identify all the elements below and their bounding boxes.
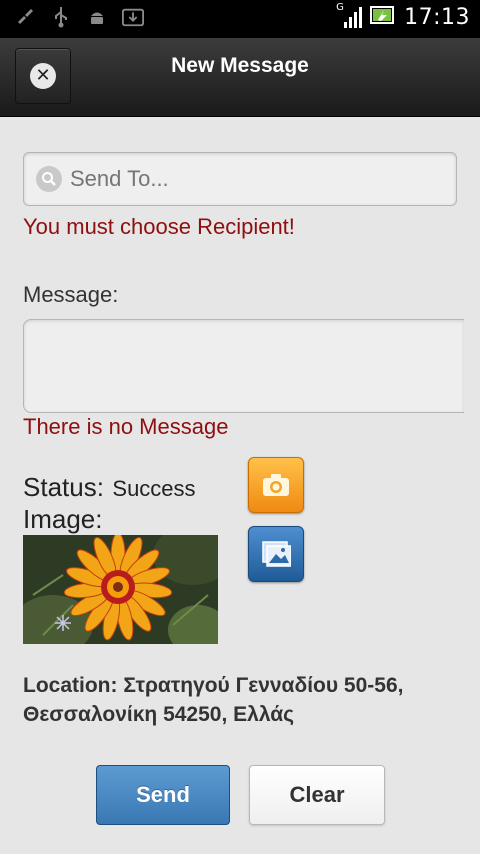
notification-icons bbox=[14, 6, 144, 28]
camera-button[interactable] bbox=[248, 457, 304, 513]
battery-charging-icon bbox=[370, 6, 396, 28]
usb-icon bbox=[50, 6, 72, 28]
image-thumbnail bbox=[23, 535, 218, 644]
image-label: Image: bbox=[23, 504, 103, 534]
message-textarea[interactable] bbox=[23, 319, 464, 413]
recipient-search-field[interactable] bbox=[23, 152, 457, 206]
clear-button[interactable]: Clear bbox=[249, 765, 385, 825]
gallery-button[interactable] bbox=[248, 526, 304, 582]
clock: 17:13 bbox=[404, 4, 470, 30]
camera-icon bbox=[262, 473, 290, 501]
send-button[interactable]: Send bbox=[96, 765, 230, 825]
signal-icon: G bbox=[336, 2, 363, 30]
page-title: New Message bbox=[171, 54, 309, 77]
download-icon bbox=[122, 6, 144, 28]
status-value: Success bbox=[112, 476, 196, 501]
message-label: Message: bbox=[23, 282, 119, 307]
message-error: There is no Message bbox=[23, 414, 229, 439]
recipient-input[interactable] bbox=[70, 153, 440, 205]
brush-icon bbox=[14, 6, 36, 28]
status-label: Status: bbox=[23, 472, 104, 502]
system-icons: G 17:13 bbox=[336, 2, 470, 30]
gallery-icon bbox=[261, 540, 292, 572]
recipient-error: You must choose Recipient! bbox=[23, 214, 295, 239]
status-bar: G 17:13 bbox=[0, 0, 480, 38]
search-icon bbox=[36, 166, 62, 192]
location-text: Location: Στρατηγού Γενναδίου 50-56, Θεσ… bbox=[23, 674, 404, 726]
status-row: Status: Success bbox=[23, 472, 196, 503]
header-bar: ✕ New Message bbox=[0, 38, 480, 117]
android-icon bbox=[86, 6, 108, 28]
